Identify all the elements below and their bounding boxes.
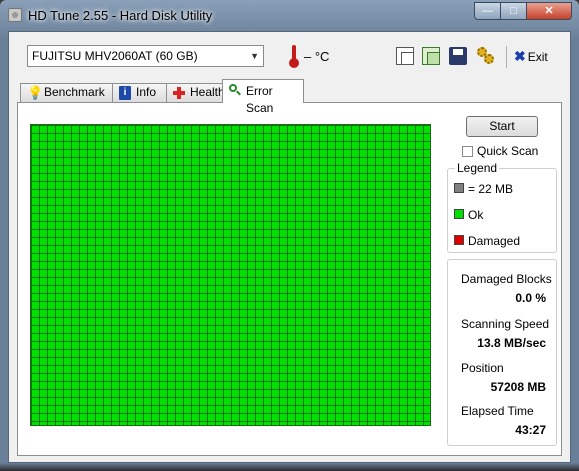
damaged-blocks-label: Damaged Blocks [461,272,552,286]
scan-block-map [30,124,431,426]
save-icon[interactable] [449,47,467,65]
copy-text-icon[interactable] [396,47,414,65]
elapsed-time-label: Elapsed Time [461,404,534,418]
exit-button[interactable]: ✖ Exit [514,47,548,65]
tab-health-label: Health [190,85,225,99]
position-label: Position [461,361,504,375]
scanning-speed-label: Scanning Speed [461,317,550,331]
tab-error-scan-label: Error Scan [246,84,274,115]
thermometer-icon [289,45,299,68]
tab-info[interactable]: i Info [112,83,167,102]
lightbulb-icon: 💡 [27,85,44,100]
magnifier-icon [229,84,241,98]
legend-damaged-label: Damaged [468,234,521,248]
close-button[interactable]: ✕ [526,2,572,20]
quick-scan-label: Quick Scan [477,144,539,158]
window-frame-bottom [0,463,579,471]
legend-title: Legend [455,161,500,175]
gray-swatch [454,183,464,193]
legend-item-damaged: Damaged [454,234,520,248]
legend-item-block-size: = 22 MB [454,182,513,196]
tab-info-label: Info [136,85,157,99]
error-scan-panel: Start Quick Scan = 22 MB Ok Damaged Lege… [17,102,562,456]
tab-error-scan[interactable]: Error Scan [222,79,304,115]
info-icon: i [119,86,131,100]
tab-health[interactable]: Health [166,83,225,102]
window-title: HD Tune 2.55 - Hard Disk Utility [28,8,213,23]
app-window: HD Tune 2.55 - Hard Disk Utility — □ ✕ F… [0,0,579,471]
hdtune-app-icon[interactable] [8,8,22,22]
elapsed-time-value: 43:27 [515,423,546,437]
red-swatch [454,235,464,245]
drive-dropdown-value: FUJITSU MHV2060AT (60 GB) [32,49,198,63]
maximize-button[interactable]: □ [500,2,527,20]
gears-icon[interactable] [477,47,495,65]
title-bar[interactable]: HD Tune 2.55 - Hard Disk Utility — □ ✕ [0,0,579,30]
start-button[interactable]: Start [466,116,538,137]
checkbox-box[interactable] [462,146,473,157]
legend-ok-label: Ok [468,208,484,222]
thermometer-bulb [289,58,299,68]
legend-box: = 22 MB Ok Damaged [447,168,557,253]
scan-stats-box: Damaged Blocks 0.0 % Scanning Speed 13.8… [447,259,557,446]
exit-label: Exit [527,50,548,64]
legend-block-size-label: = 22 MB [468,182,514,196]
health-cross-icon [173,86,185,100]
tab-benchmark[interactable]: 💡 Benchmark [20,83,113,102]
minimize-button[interactable]: — [474,2,501,20]
exit-x-icon: ✖ [514,48,526,64]
green-swatch [454,209,464,219]
drive-dropdown[interactable]: FUJITSU MHV2060AT (60 GB) ▼ [27,45,264,67]
legend-item-ok: Ok [454,208,483,222]
copy-screenshot-icon[interactable] [422,47,440,65]
quick-scan-checkbox[interactable]: Quick Scan [462,144,538,158]
chevron-down-icon: ▼ [250,51,259,61]
temperature-readout: – °C [304,49,330,64]
scanning-speed-value: 13.8 MB/sec [477,336,546,350]
client-area: FUJITSU MHV2060AT (60 GB) ▼ – °C ✖ Exit 💡… [8,31,571,463]
position-value: 57208 MB [490,380,546,394]
damaged-blocks-value: 0.0 % [515,291,546,305]
toolbar-separator [506,46,507,68]
tab-benchmark-label: Benchmark [44,85,105,99]
